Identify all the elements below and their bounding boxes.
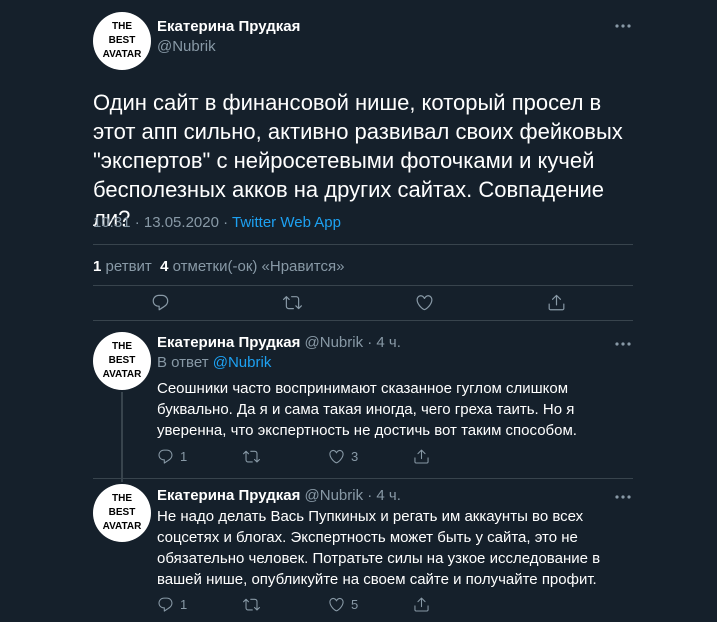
likes-label: отметки(-ок) «Нравится» bbox=[168, 258, 345, 275]
reply-icon bbox=[157, 448, 174, 465]
retweets-stat[interactable]: 1 ретвит bbox=[93, 258, 160, 275]
divider bbox=[93, 478, 633, 479]
divider bbox=[93, 285, 633, 286]
reply-header: Екатерина Прудкая @Nubrik · 4 ч. bbox=[157, 334, 401, 352]
retweet-icon[interactable] bbox=[283, 293, 302, 312]
divider bbox=[93, 244, 633, 245]
reply-count: 1 bbox=[180, 597, 188, 612]
reply-author-name[interactable]: Екатерина Прудкая bbox=[157, 334, 300, 351]
reply-text: Не надо делать Вась Пупкиных и регать им… bbox=[157, 508, 601, 588]
reply-handle-time[interactable]: @Nubrik · 4 ч. bbox=[300, 487, 401, 504]
reply-handle-time[interactable]: @Nubrik · 4 ч. bbox=[300, 334, 401, 351]
heart-icon bbox=[328, 596, 345, 613]
more-icon[interactable] bbox=[612, 16, 634, 36]
tweet-meta: 10:31 · 13.05.2020 · Twitter Web App bbox=[93, 214, 341, 231]
reply-icon[interactable] bbox=[151, 293, 170, 312]
avatar-line2: BEST bbox=[109, 35, 136, 46]
reply-to-mention[interactable]: @Nubrik bbox=[213, 354, 272, 371]
retweet-icon bbox=[243, 596, 260, 613]
share-icon bbox=[413, 448, 430, 465]
more-icon[interactable] bbox=[612, 334, 634, 354]
reply-action-share[interactable] bbox=[413, 448, 430, 465]
likes-stat[interactable]: 4 отметки(-ок) «Нравится» bbox=[160, 258, 344, 275]
reply-action-share[interactable] bbox=[413, 596, 430, 613]
author-name[interactable]: Екатерина Прудкая bbox=[157, 18, 300, 35]
avatar[interactable]: THE BEST AVATAR bbox=[93, 12, 151, 70]
reply-count: 1 bbox=[180, 449, 188, 464]
avatar-image: THE BEST AVATAR bbox=[103, 493, 142, 532]
avatar-image: THE BEST AVATAR bbox=[103, 341, 142, 380]
avatar-line2: BEST bbox=[109, 507, 136, 518]
heart-icon[interactable] bbox=[415, 293, 434, 312]
reply-icon bbox=[157, 596, 174, 613]
tweet-text: Один сайт в финансовой нише, который про… bbox=[93, 90, 623, 231]
reply-avatar[interactable]: THE BEST AVATAR bbox=[93, 484, 151, 542]
more-icon[interactable] bbox=[612, 487, 634, 507]
avatar-image: THE BEST AVATAR bbox=[103, 21, 142, 60]
thread-line bbox=[121, 392, 123, 482]
share-icon[interactable] bbox=[547, 293, 566, 312]
avatar-line1: THE bbox=[112, 21, 132, 32]
reply-text: Сеошники часто воспринимают сказанное гу… bbox=[157, 380, 577, 439]
avatar-line1: THE bbox=[112, 341, 132, 352]
retweet-icon bbox=[243, 448, 260, 465]
tweet-timestamp[interactable]: 10:31 · 13.05.2020 · bbox=[93, 214, 232, 231]
reply-action-reply[interactable]: 1 bbox=[157, 448, 187, 465]
reply-to-line: В ответ @Nubrik bbox=[157, 354, 271, 371]
avatar-line3: AVATAR bbox=[103, 521, 142, 532]
avatar-line3: AVATAR bbox=[103, 369, 142, 380]
author-handle[interactable]: @Nubrik bbox=[157, 38, 216, 55]
avatar-line2: BEST bbox=[109, 355, 136, 366]
heart-icon bbox=[328, 448, 345, 465]
reply-header: Екатерина Прудкая @Nubrik · 4 ч. bbox=[157, 487, 401, 505]
tweet-stats: 1 ретвит 4 отметки(-ок) «Нравится» bbox=[93, 258, 344, 275]
like-count: 5 bbox=[351, 597, 359, 612]
like-count: 3 bbox=[351, 449, 359, 464]
reply-action-like[interactable]: 3 bbox=[328, 448, 358, 465]
reply-action-like[interactable]: 5 bbox=[328, 596, 358, 613]
reply-to-prefix: В ответ bbox=[157, 354, 213, 371]
avatar-line3: AVATAR bbox=[103, 49, 142, 60]
reply-action-reply[interactable]: 1 bbox=[157, 596, 187, 613]
avatar-line1: THE bbox=[112, 493, 132, 504]
reply-action-retweet[interactable] bbox=[243, 596, 266, 613]
reply-avatar[interactable]: THE BEST AVATAR bbox=[93, 332, 151, 390]
reply-author-name[interactable]: Екатерина Прудкая bbox=[157, 487, 300, 504]
tweet-source-app[interactable]: Twitter Web App bbox=[232, 214, 341, 231]
share-icon bbox=[413, 596, 430, 613]
reply-action-retweet[interactable] bbox=[243, 448, 266, 465]
divider bbox=[93, 320, 633, 321]
retweets-label: ретвит bbox=[101, 258, 161, 275]
